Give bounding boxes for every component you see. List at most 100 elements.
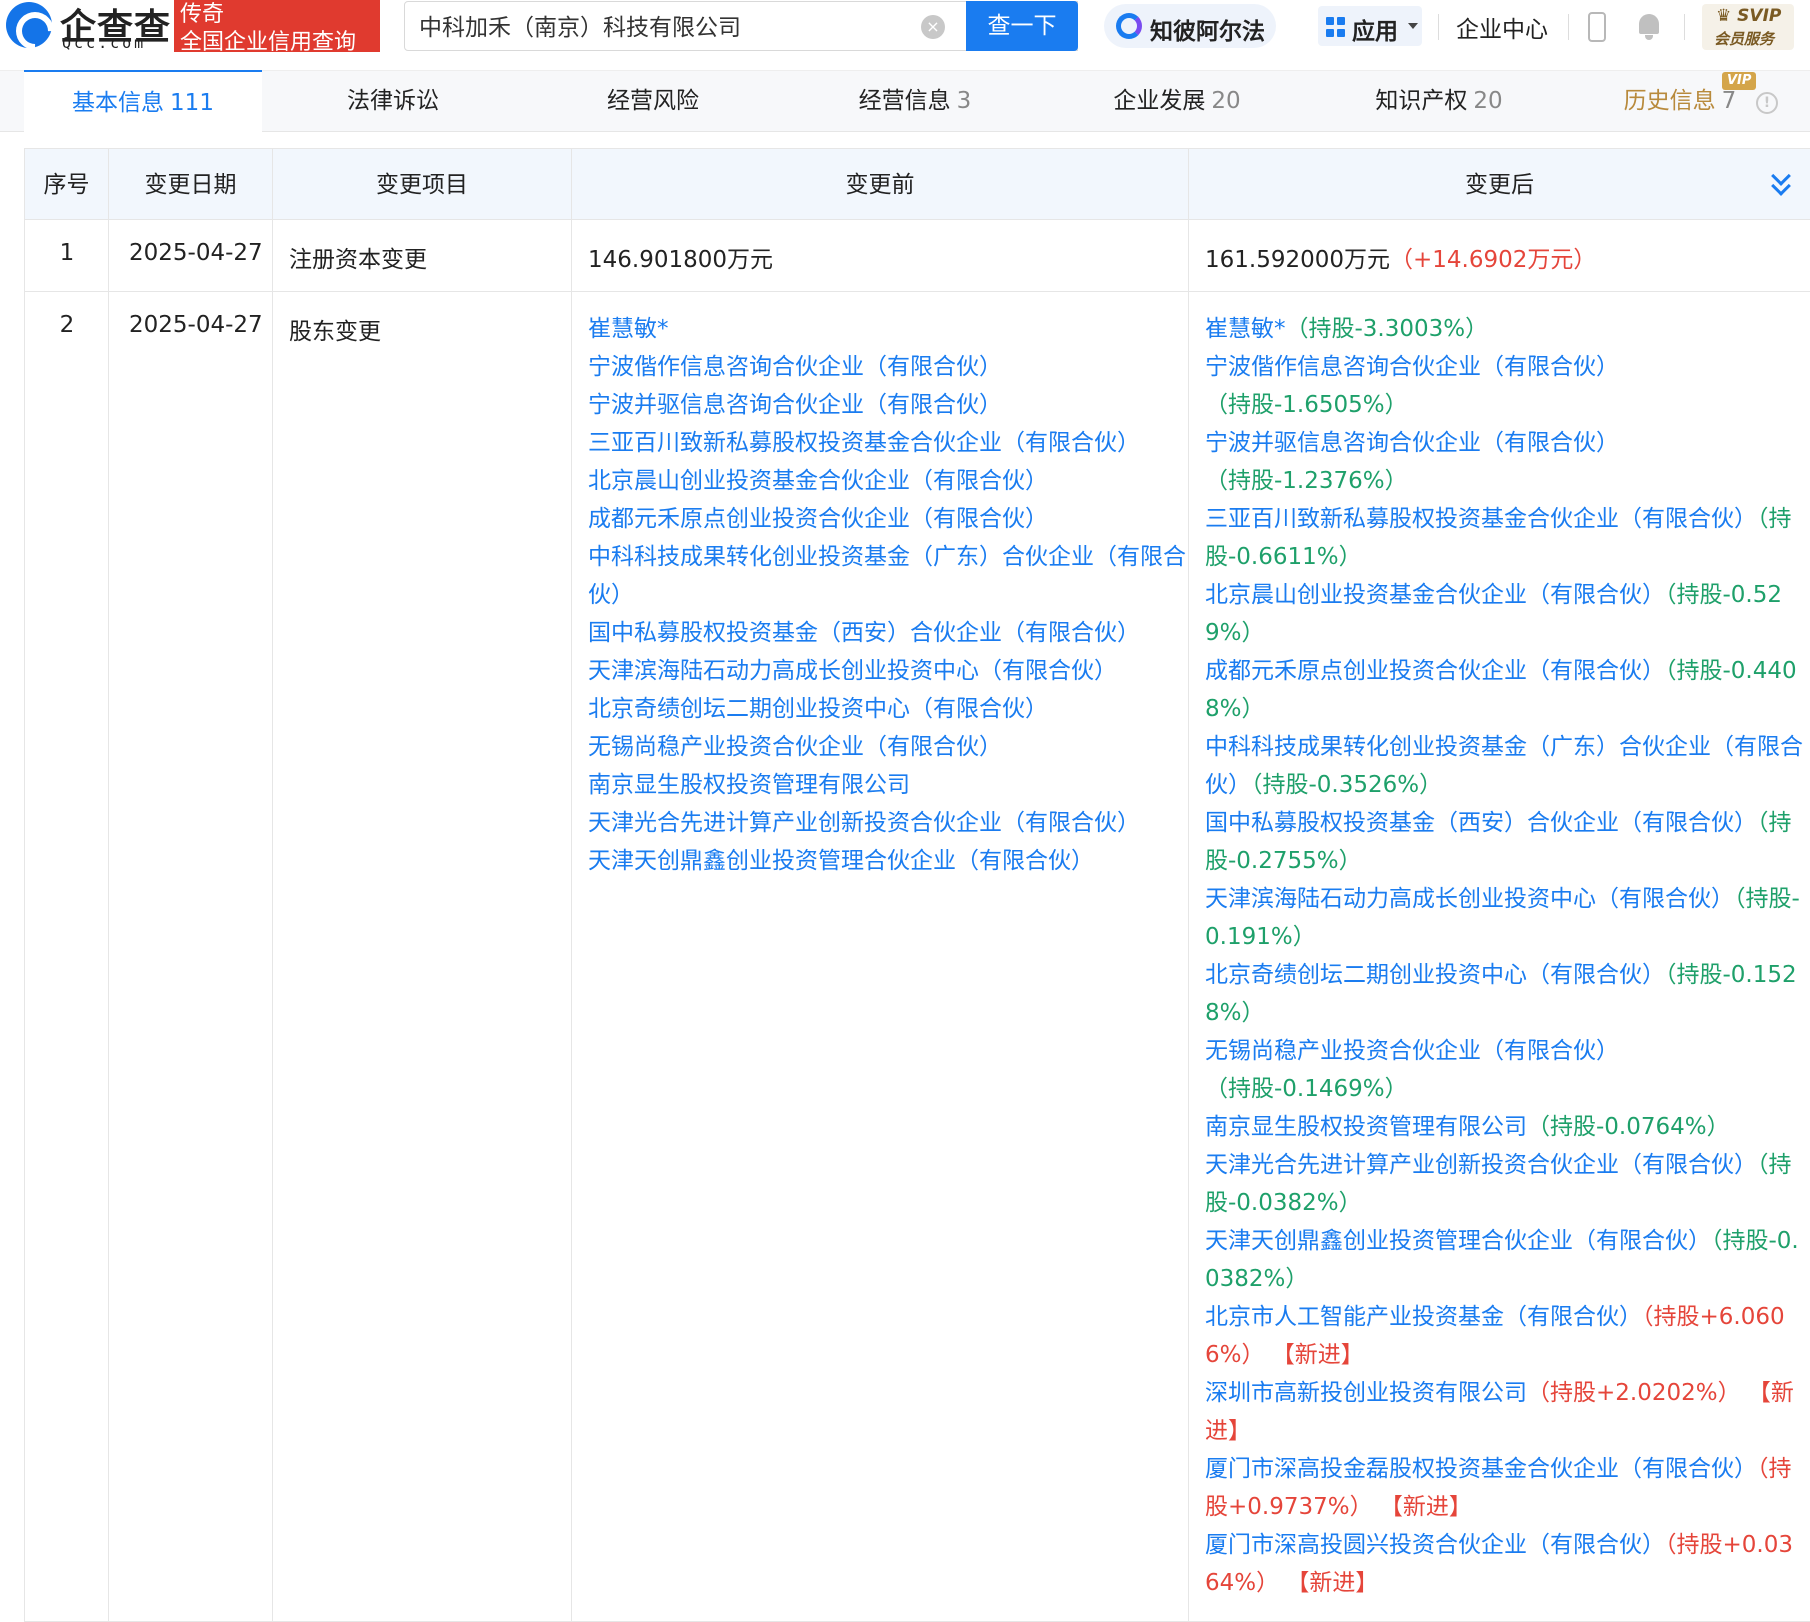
shareholder-link[interactable]: 厦门市深高投圆兴投资合伙企业（有限合伙） — [1205, 1532, 1665, 1558]
shareholder-link[interactable]: 三亚百川致新私募股权投资基金合伙企业（有限合伙） — [1205, 506, 1757, 532]
shareholding-change: （持股-0.1469%） — [1205, 1076, 1408, 1102]
cell-item: 股东变更 — [273, 292, 572, 1621]
double-chevron-down-icon[interactable] — [1771, 166, 1793, 197]
capital-delta: （+14.6902万元） — [1390, 247, 1597, 273]
ai-assistant-button[interactable]: 知彼阿尔法 — [1104, 4, 1276, 48]
cell-before: 崔慧敏* 宁波偕作信息咨询合伙企业（有限合伙） 宁波并驱信息咨询合伙企业（有限合伙）… — [572, 292, 1189, 1621]
tab-intellectual-property[interactable]: 知识产权 20 — [1324, 70, 1554, 132]
shareholding-change: （持股-1.6505%） — [1205, 392, 1408, 418]
svip-label: ♛ SVIP — [1716, 6, 1782, 26]
list-item: 天津滨海陆石动力高成长创业投资中心（有限合伙）（持股-0.191%） — [1205, 880, 1805, 956]
tab-business-risk[interactable]: 经营风险 — [540, 70, 766, 132]
col-item: 变更项目 — [273, 149, 572, 221]
shareholder-link[interactable]: 宁波偕作信息咨询合伙企业（有限合伙） — [1205, 354, 1619, 380]
shareholder-link[interactable]: 崔慧敏* — [1205, 316, 1286, 342]
shareholder-link[interactable]: 天津天创鼎鑫创业投资管理合伙企业（有限合伙） — [588, 842, 1188, 880]
info-icon[interactable]: ! — [1756, 92, 1778, 114]
tab-business-info[interactable]: 经营信息 3 — [800, 70, 1030, 132]
cell-date: 2025-04-27 — [109, 220, 273, 291]
new-entry-tag: 【新进】 — [1372, 1494, 1472, 1520]
shareholder-link[interactable]: 三亚百川致新私募股权投资基金合伙企业（有限合伙） — [588, 424, 1188, 462]
shareholder-link[interactable]: 天津光合先进计算产业创新投资合伙企业（有限合伙） — [1205, 1152, 1757, 1178]
clear-icon[interactable]: × — [921, 15, 945, 39]
shareholder-link[interactable]: 天津天创鼎鑫创业投资管理合伙企业（有限合伙） — [1205, 1228, 1711, 1254]
shareholder-link[interactable]: 国中私募股权投资基金（西安）合伙企业（有限合伙） — [588, 614, 1188, 652]
shareholding-change: （持股-0.0764%） — [1527, 1114, 1730, 1140]
shareholding-change: （持股-1.2376%） — [1205, 468, 1408, 494]
shareholder-link[interactable]: 崔慧敏* — [588, 310, 1188, 348]
shareholder-link[interactable]: 北京奇绩创坛二期创业投资中心（有限合伙） — [1205, 962, 1665, 988]
shareholder-link[interactable]: 中科科技成果转化创业投资基金（广东）合伙企业（有限合伙） — [588, 538, 1188, 614]
shareholder-link[interactable]: 南京显生股权投资管理有限公司 — [1205, 1114, 1527, 1140]
shareholder-link[interactable]: 北京晨山创业投资基金合伙企业（有限合伙） — [1205, 582, 1665, 608]
tab-litigation[interactable]: 法律诉讼 — [280, 70, 506, 132]
badge-line-2: 全国企业信用查询 — [180, 30, 357, 55]
search-input[interactable] — [419, 12, 959, 38]
shareholder-link[interactable]: 成都元禾原点创业投资合伙企业（有限合伙） — [1205, 658, 1665, 684]
chevron-down-icon — [1408, 23, 1418, 29]
cell-date: 2025-04-27 — [109, 292, 273, 1621]
grid-icon — [1326, 17, 1346, 37]
svip-button[interactable]: ♛ SVIP 会员服务 — [1702, 4, 1794, 50]
shareholder-link[interactable]: 无锡尚稳产业投资合伙企业（有限合伙） — [588, 728, 1188, 766]
shareholder-link[interactable]: 深圳市高新投创业投资有限公司 — [1205, 1380, 1527, 1406]
list-item: 宁波并驱信息咨询合伙企业（有限合伙） （持股-1.2376%） — [1205, 424, 1805, 500]
list-item: 天津天创鼎鑫创业投资管理合伙企业（有限合伙）（持股-0.0382%） — [1205, 1222, 1805, 1298]
list-item: 北京奇绩创坛二期创业投资中心（有限合伙）（持股-0.1528%） — [1205, 956, 1805, 1032]
shareholder-link[interactable]: 宁波偕作信息咨询合伙企业（有限合伙） — [588, 348, 1188, 386]
capital-after: 161.592000万元 — [1205, 247, 1391, 273]
search-button[interactable]: 查一下 — [966, 1, 1078, 51]
tab-development[interactable]: 企业发展 20 — [1062, 70, 1292, 132]
new-entry-tag: 【新进】 — [1279, 1570, 1379, 1596]
vip-badge: VIP — [1722, 72, 1757, 90]
mobile-phone-icon[interactable] — [1588, 12, 1606, 42]
list-item: 天津光合先进计算产业创新投资合伙企业（有限合伙）（持股-0.0382%） — [1205, 1146, 1805, 1222]
list-item: 崔慧敏*（持股-3.3003%） — [1205, 310, 1805, 348]
apps-label: 应用 — [1352, 19, 1398, 45]
bell-icon[interactable] — [1636, 12, 1662, 40]
shareholder-link[interactable]: 天津滨海陆石动力高成长创业投资中心（有限合伙） — [588, 652, 1188, 690]
list-item: 三亚百川致新私募股权投资基金合伙企业（有限合伙）（持股-0.6611%） — [1205, 500, 1805, 576]
qcc-logo-icon[interactable] — [6, 2, 52, 48]
shareholder-link[interactable]: 南京显生股权投资管理有限公司 — [588, 766, 1188, 804]
enterprise-center-link[interactable]: 企业中心 — [1456, 10, 1548, 44]
col-date: 变更日期 — [109, 149, 273, 221]
shareholders-before-list: 崔慧敏* 宁波偕作信息咨询合伙企业（有限合伙） 宁波并驱信息咨询合伙企业（有限合伙）… — [588, 310, 1188, 880]
shareholder-link[interactable]: 宁波并驱信息咨询合伙企业（有限合伙） — [1205, 430, 1619, 456]
apps-menu-button[interactable]: 应用 — [1318, 6, 1422, 46]
list-item: 中科科技成果转化创业投资基金（广东）合伙企业（有限合伙）（持股-0.3526%） — [1205, 728, 1805, 804]
tab-basic-info[interactable]: 基本信息 111 — [24, 70, 262, 132]
svip-subtitle: 会员服务 — [1714, 30, 1775, 48]
cell-before: 146.901800万元 — [572, 220, 1189, 291]
shareholder-link[interactable]: 成都元禾原点创业投资合伙企业（有限合伙） — [588, 500, 1188, 538]
table-row: 2 2025-04-27 股东变更 崔慧敏* 宁波偕作信息咨询合伙企业（有限合伙）… — [25, 292, 1810, 1622]
shareholder-link[interactable]: 北京晨山创业投资基金合伙企业（有限合伙） — [588, 462, 1188, 500]
list-item: 北京晨山创业投资基金合伙企业（有限合伙）（持股-0.529%） — [1205, 576, 1805, 652]
shareholding-change: （持股+2.0202%） — [1527, 1380, 1741, 1406]
list-item: 北京市人工智能产业投资基金（有限合伙）（持股+6.0606%） 【新进】 — [1205, 1298, 1805, 1374]
shareholder-link[interactable]: 天津滨海陆石动力高成长创业投资中心（有限合伙） — [1205, 886, 1734, 912]
table-row: 1 2025-04-27 注册资本变更 146.901800万元 161.592… — [25, 220, 1810, 292]
shareholder-link[interactable]: 天津光合先进计算产业创新投资合伙企业（有限合伙） — [588, 804, 1188, 842]
divider — [1568, 14, 1569, 40]
cell-item: 注册资本变更 — [273, 220, 572, 291]
shareholder-link[interactable]: 北京奇绩创坛二期创业投资中心（有限合伙） — [588, 690, 1188, 728]
shareholder-link[interactable]: 北京市人工智能产业投资基金（有限合伙） — [1205, 1304, 1642, 1330]
shareholder-link[interactable]: 宁波并驱信息咨询合伙企业（有限合伙） — [588, 386, 1188, 424]
shareholder-link[interactable]: 厦门市深高投金磊股权投资基金合伙企业（有限合伙） — [1205, 1456, 1757, 1482]
shareholder-link[interactable]: 无锡尚稳产业投资合伙企业（有限合伙） — [1205, 1038, 1619, 1064]
shareholding-change: （持股-0.3526%） — [1251, 772, 1443, 798]
crown-icon: ♛ — [1716, 6, 1732, 26]
list-item: 厦门市深高投圆兴投资合伙企业（有限合伙）（持股+0.0364%） 【新进】 — [1205, 1526, 1805, 1602]
change-records-table: 序号 变更日期 变更项目 变更前 变更后 1 2025-04-27 注册资本变更… — [24, 148, 1810, 1622]
shareholding-change: （持股-3.3003%） — [1285, 316, 1489, 342]
cell-seq: 2 — [25, 292, 109, 1621]
shareholder-link[interactable]: 国中私募股权投资基金（西安）合伙企业（有限合伙） — [1205, 810, 1757, 836]
list-item: 成都元禾原点创业投资合伙企业（有限合伙）（持股-0.4408%） — [1205, 652, 1805, 728]
divider — [1438, 14, 1439, 40]
table-header: 序号 变更日期 变更项目 变更前 变更后 — [25, 148, 1810, 221]
legend-badge: 传奇 全国企业信用查询 — [174, 0, 380, 55]
shareholders-after-list: 崔慧敏*（持股-3.3003%） 宁波偕作信息咨询合伙企业（有限合伙） （持股-1.… — [1205, 310, 1805, 1602]
cell-after: 崔慧敏*（持股-3.3003%） 宁波偕作信息咨询合伙企业（有限合伙） （持股-1.… — [1189, 292, 1810, 1621]
cell-seq: 1 — [25, 220, 109, 291]
